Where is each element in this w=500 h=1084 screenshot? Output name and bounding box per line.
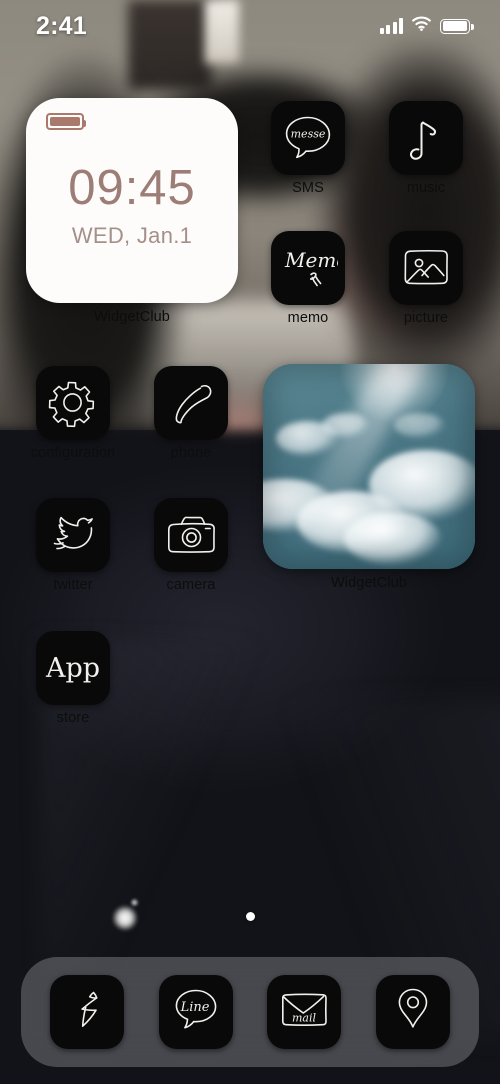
app-icon-picture[interactable]: picture [389, 231, 463, 326]
memo-pen-icon[interactable]: Memo [271, 231, 345, 305]
svg-text:mail: mail [292, 1011, 317, 1024]
page-indicator[interactable] [0, 912, 500, 921]
app-icon-camera[interactable]: camera [154, 498, 228, 593]
wifi-icon [412, 16, 431, 36]
compass-needle-icon [65, 984, 109, 1041]
widget-photo-card[interactable] [263, 364, 475, 569]
app-label: phone [170, 445, 212, 461]
battery-icon [46, 113, 86, 130]
app-label: configuration [30, 445, 116, 461]
dock-icon-line[interactable]: Line [158, 975, 233, 1049]
app-icon-music[interactable]: music [389, 101, 463, 196]
app-icon-configuration[interactable]: configuration [31, 366, 115, 461]
message-bubble-icon[interactable]: messe [271, 101, 345, 175]
battery-icon [440, 18, 474, 34]
dock-icon-maps[interactable] [375, 975, 450, 1049]
dock-icon-mail[interactable]: mail [267, 975, 342, 1049]
gear-icon[interactable] [36, 366, 110, 440]
widget-clock[interactable]: 09:45 WED, Jan.1 WidgetClub [26, 98, 238, 325]
status-bar-time: 2:41 [36, 11, 87, 40]
status-bar-indicators [379, 16, 474, 36]
photo-vignette [263, 364, 475, 569]
app-label: camera [166, 577, 216, 593]
twitter-bird-icon[interactable] [36, 498, 110, 572]
dock: Line mail [21, 957, 479, 1067]
widget-photo-label: WidgetClub [331, 575, 407, 591]
app-store-icon[interactable]: App [36, 631, 110, 705]
app-label: store [56, 710, 90, 726]
photo-frame-icon[interactable] [389, 231, 463, 305]
svg-text:App: App [45, 653, 100, 684]
widget-clock-date: WED, Jan.1 [71, 223, 193, 248]
cellular-bars-icon [379, 18, 403, 34]
svg-text:Memo: Memo [284, 248, 338, 272]
app-label: twitter [53, 577, 93, 593]
dock-icon-safari[interactable] [50, 975, 125, 1049]
app-label: picture [403, 310, 449, 326]
app-label: music [406, 180, 446, 196]
widget-clock-time: 09:45 [68, 161, 196, 215]
widget-clock-label: WidgetClub [94, 309, 170, 325]
widget-photo[interactable]: WidgetClub [263, 364, 475, 591]
app-label: SMS [292, 180, 324, 196]
app-icon-sms[interactable]: messe SMS [271, 101, 345, 196]
status-bar: 2:41 [0, 0, 500, 52]
music-note-icon[interactable] [389, 101, 463, 175]
line-bubble-icon: Line [169, 984, 223, 1041]
app-icon-twitter[interactable]: twitter [36, 498, 110, 593]
svg-text:Line: Line [179, 1000, 209, 1015]
app-label: memo [287, 310, 329, 326]
telephone-handset-icon[interactable] [154, 366, 228, 440]
app-icon-phone[interactable]: phone [154, 366, 228, 461]
app-icon-store[interactable]: App store [36, 631, 110, 726]
home-screen: 09:45 WED, Jan.1 WidgetClub WidgetClub m… [0, 0, 500, 1084]
sky-image [263, 364, 475, 569]
app-icon-memo[interactable]: Memo memo [271, 231, 345, 326]
svg-text:messe: messe [291, 128, 326, 141]
widget-clock-card[interactable]: 09:45 WED, Jan.1 [26, 98, 238, 303]
page-dot-active[interactable] [245, 912, 255, 921]
envelope-icon: mail [276, 987, 332, 1038]
camera-icon[interactable] [154, 498, 228, 572]
map-pin-icon [390, 983, 436, 1042]
